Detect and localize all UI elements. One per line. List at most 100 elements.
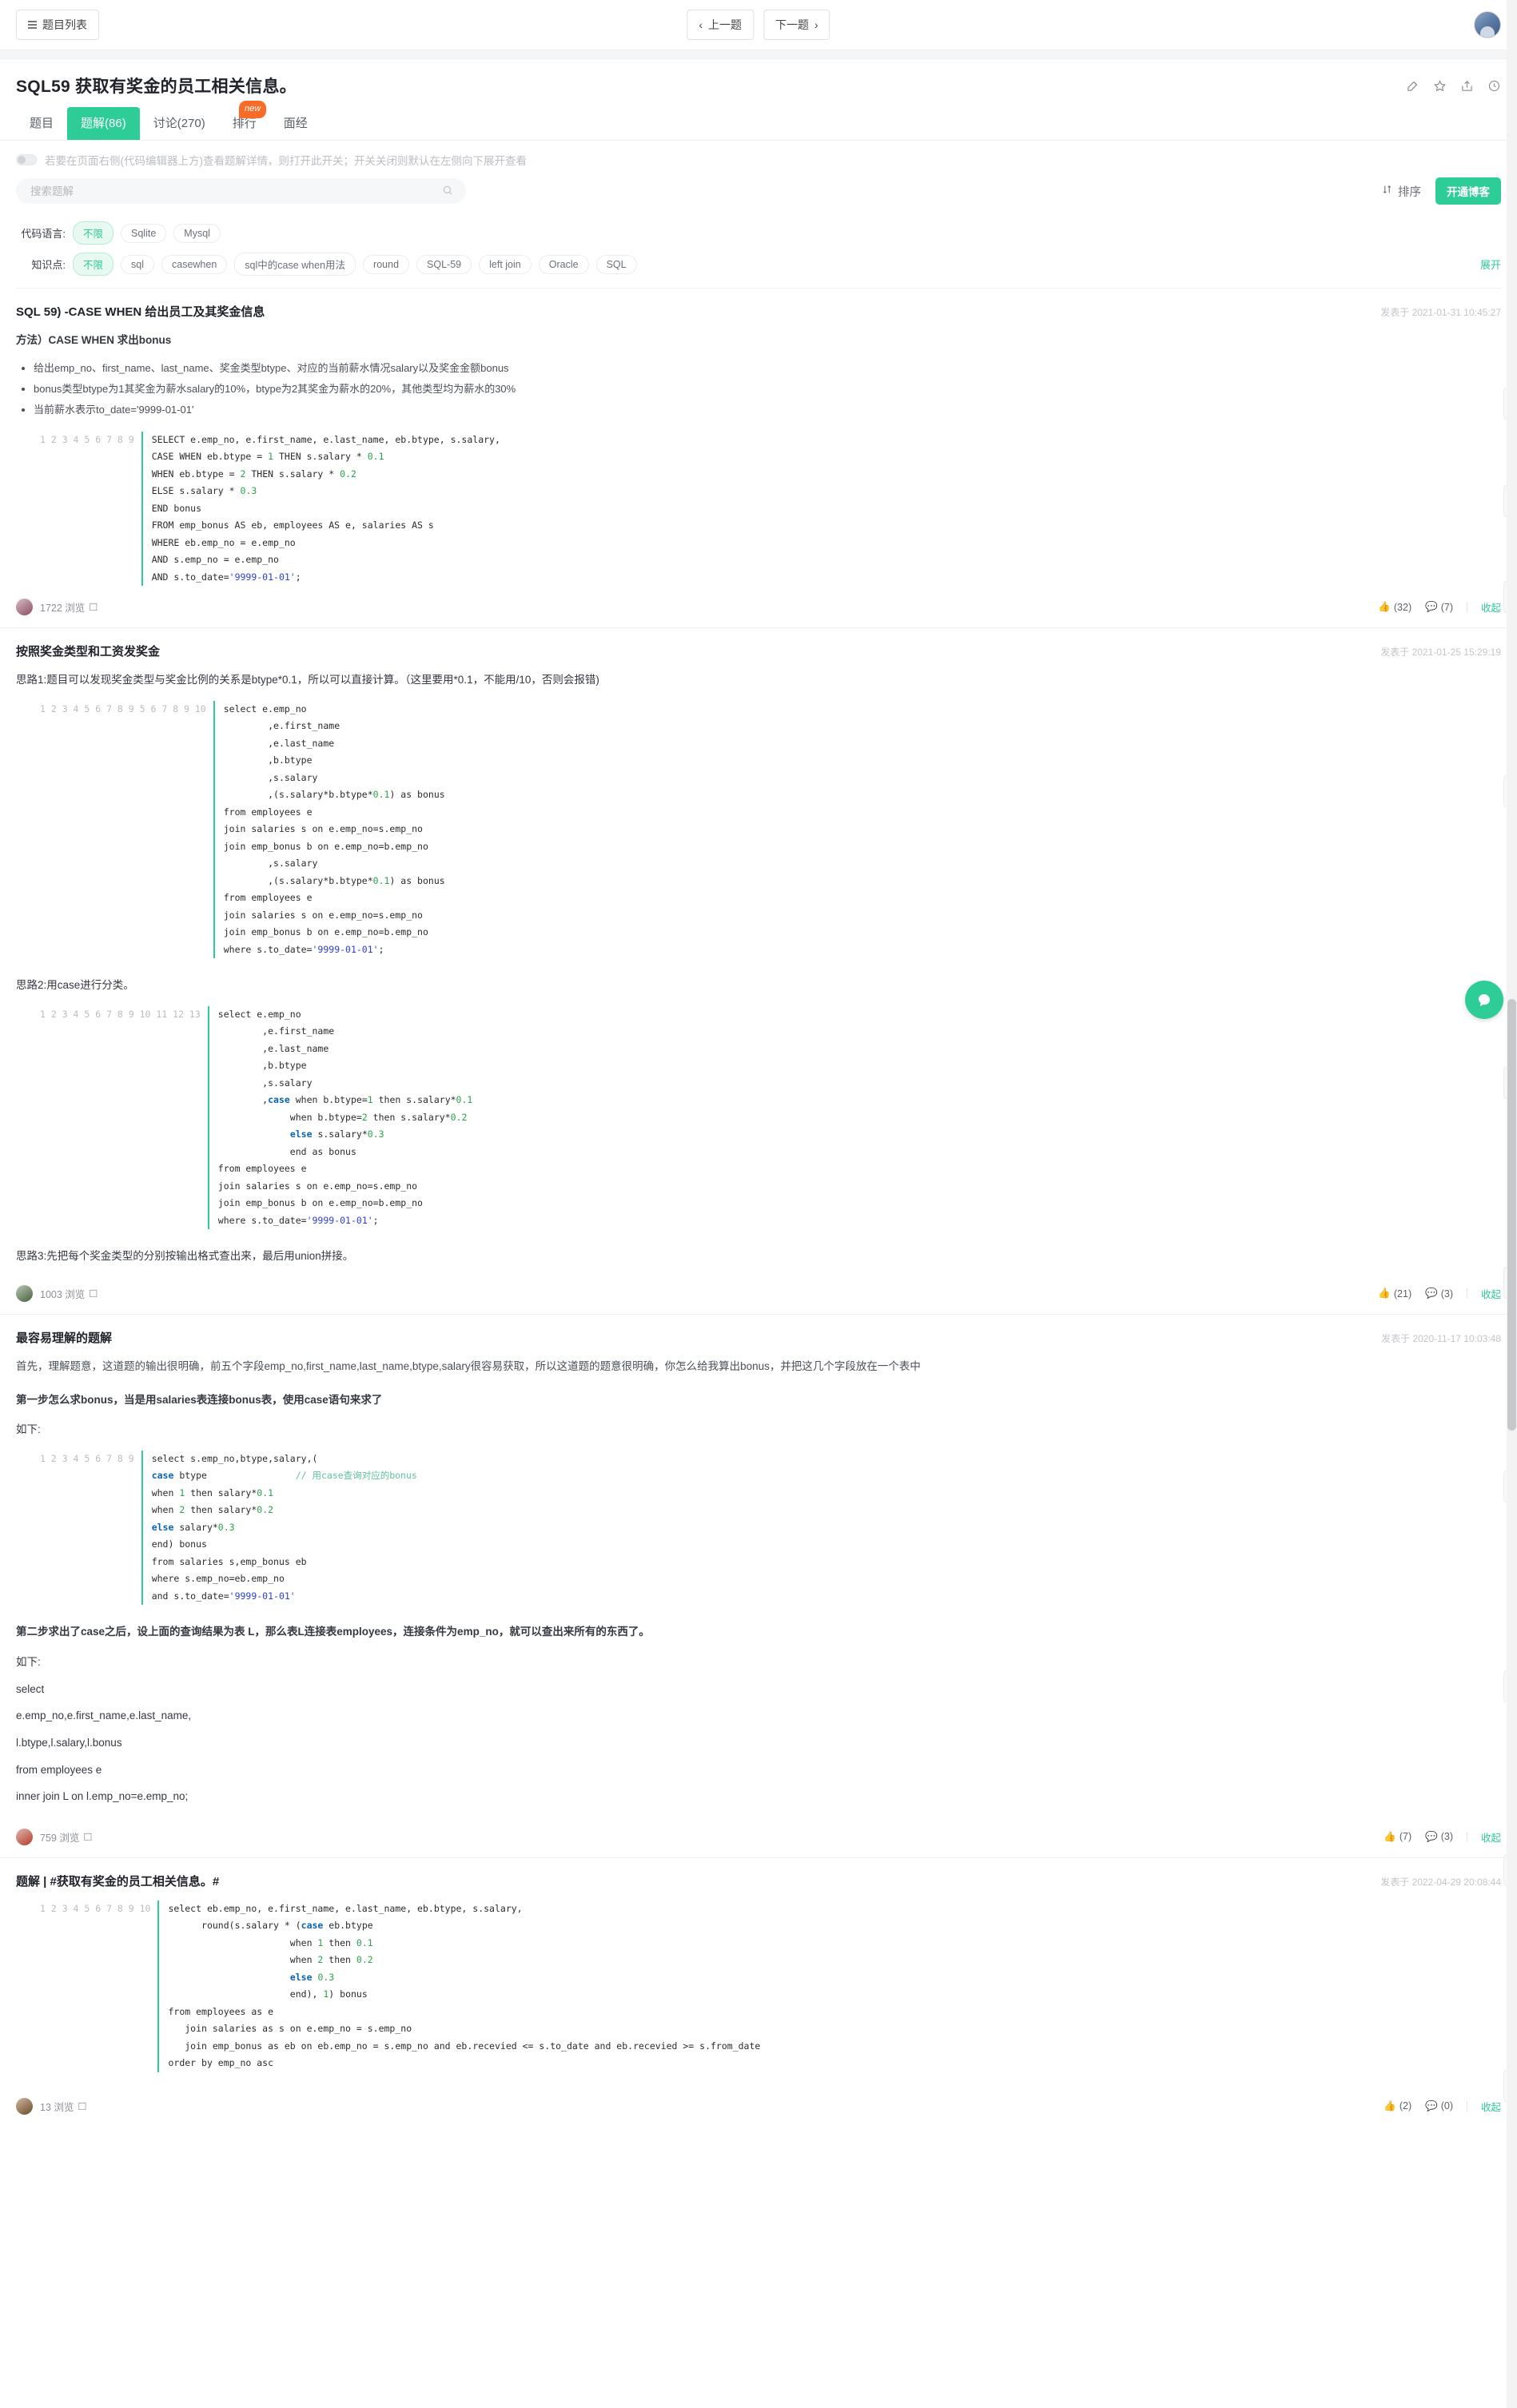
like-count: (21) — [1393, 1288, 1412, 1300]
post-4-views-text: 13 浏览 — [40, 2101, 74, 2113]
chip-lang-sqlite[interactable]: Sqlite — [121, 223, 167, 243]
chip-kp-sql[interactable]: sql — [121, 254, 154, 274]
chip-lang-any[interactable]: 不限 — [73, 221, 114, 245]
post-2-time: 发表于 2021-01-25 15:29:19 — [1380, 647, 1501, 659]
comment-count: (3) — [1440, 1288, 1453, 1300]
post-2-idea1: 思路1:题目可以发现奖金类型与奖金比例的关系是btype*0.1，所以可以直接计… — [16, 674, 599, 687]
code-content: select s.emp_no,btype,salary,( case btyp… — [151, 1452, 417, 1602]
share-icon[interactable] — [1460, 79, 1474, 93]
sort-button[interactable]: 排序 — [1382, 183, 1421, 200]
chip-kp-any[interactable]: 不限 — [73, 253, 114, 276]
filter-row-knowledge: 知识点: 不限 sql casewhen sql中的case when用法 ro… — [16, 249, 1501, 280]
like-button[interactable]: 👍 (2) — [1384, 2100, 1411, 2112]
post-4-views: 13 浏览 ☐ — [40, 2099, 87, 2114]
avatar[interactable] — [16, 1828, 33, 1845]
user-avatar[interactable] — [1474, 11, 1501, 38]
post-1-title[interactable]: SQL 59) -CASE WHEN 给出员工及其奖金信息 — [16, 303, 265, 320]
chip-kp-casewhen[interactable]: casewhen — [161, 254, 228, 274]
tab-bar: 题目 题解(86) 讨论(270) 排行 面经 new — [0, 98, 1517, 141]
post-3-sql-line-2: e.emp_no,e.first_name,e.last_name, — [16, 1709, 192, 1722]
post-2-title[interactable]: 按照奖金类型和工资发奖金 — [16, 643, 160, 659]
collapse-button[interactable]: 收起 — [1481, 1286, 1501, 1301]
post-1-views: 1722 浏览 ☐ — [40, 599, 98, 615]
code-content: select e.emp_no ,e.first_name ,e.last_na… — [223, 702, 445, 955]
section-divider — [0, 50, 1517, 59]
like-count: (2) — [1399, 2100, 1412, 2112]
notice-bar: 若要在页面右侧(代码编辑器上方)查看题解详情，则打开此开关；开关关闭则默认在左侧… — [0, 141, 1517, 174]
comment-count: (3) — [1440, 1831, 1453, 1843]
post-2-footer: 1003 浏览 ☐ 👍 (21) 💬 (3) 收起 — [0, 1272, 1517, 1315]
like-button[interactable]: 👍 (7) — [1384, 1831, 1411, 1843]
like-button[interactable]: 👍 (32) — [1378, 601, 1411, 613]
chip-kp-round[interactable]: round — [363, 254, 410, 274]
sort-icon — [1382, 184, 1392, 198]
search-row: 排序 开通博客 — [0, 174, 1517, 213]
search-icon[interactable] — [442, 185, 453, 198]
chip-kp-oracle[interactable]: Oracle — [538, 254, 589, 274]
open-blog-button[interactable]: 开通博客 — [1435, 177, 1501, 205]
tab-interview[interactable]: 面经 — [270, 107, 321, 140]
chip-lang-mysql[interactable]: Mysql — [173, 223, 221, 243]
list-icon — [28, 21, 37, 29]
code-content: SELECT e.emp_no, e.first_name, e.last_na… — [151, 433, 500, 583]
tab-discussion[interactable]: 讨论(270) — [140, 107, 219, 140]
post-3-title[interactable]: 最容易理解的题解 — [16, 1329, 112, 1346]
comment-button[interactable]: 💬 (0) — [1425, 2100, 1453, 2112]
tab-solutions[interactable]: 题解(86) — [67, 107, 140, 140]
problem-list-button[interactable]: 题目列表 — [16, 10, 99, 40]
post-4-actions: 👍 (2) 💬 (0) 收起 — [1384, 2099, 1501, 2114]
comment-icon: 💬 — [1425, 1288, 1438, 1299]
post-1-footer: 1722 浏览 ☐ 👍 (32) 💬 (7) 收起 — [0, 586, 1517, 629]
next-question-button[interactable]: 下一题 › — [763, 10, 830, 40]
avatar[interactable] — [16, 599, 33, 616]
post-3-footer: 759 浏览 ☐ 👍 (7) 💬 (3) 收起 — [0, 1816, 1517, 1858]
chip-kp-sql59[interactable]: SQL-59 — [416, 254, 472, 274]
thumbs-up-icon: 👍 — [1384, 2100, 1396, 2111]
chip-kp-sql-upper[interactable]: SQL — [595, 254, 637, 274]
post-3-code-block: 1 2 3 4 5 6 7 8 9 select s.emp_no,btype,… — [40, 1450, 1501, 1606]
post-3-time: 发表于 2020-11-17 10:03:48 — [1381, 1333, 1501, 1344]
code-gutter: 1 2 3 4 5 6 7 8 9 10 11 12 13 — [40, 1005, 209, 1230]
post-4-title[interactable]: 题解 | #获取有奖金的员工相关信息。# — [16, 1873, 219, 1889]
post-3-para3: 如下: — [16, 1423, 41, 1436]
post-3-sql-line-1: select — [16, 1682, 45, 1695]
thumbs-up-icon: 👍 — [1378, 601, 1391, 613]
chip-kp-leftjoin[interactable]: left join — [479, 254, 532, 274]
list-item: 给出emp_no、first_name、last_name、奖金类型btype、… — [34, 358, 1501, 379]
expand-filters-link[interactable]: 展开 — [1480, 257, 1501, 272]
floating-action-button[interactable] — [1465, 981, 1503, 1019]
comment-button[interactable]: 💬 (3) — [1425, 1288, 1453, 1300]
code-gutter: 1 2 3 4 5 6 7 8 9 — [40, 431, 143, 587]
prev-question-button[interactable]: ‹ 上一题 — [687, 10, 754, 40]
prev-question-label: 上一题 — [708, 18, 742, 31]
device-icon: ☐ — [89, 602, 98, 614]
post-2-code-block-1: 1 2 3 4 5 6 7 8 9 5 6 7 8 9 10 select e.… — [40, 700, 1501, 959]
collapse-button[interactable]: 收起 — [1481, 599, 1501, 615]
chip-kp-case-when-usage[interactable]: sql中的case when用法 — [234, 253, 356, 276]
tab-question[interactable]: 题目 — [16, 107, 67, 140]
code-content: select eb.emp_no, e.first_name, e.last_n… — [168, 1902, 761, 2069]
edit-icon[interactable] — [1406, 79, 1419, 93]
avatar[interactable] — [16, 2097, 33, 2115]
chevron-right-icon: › — [814, 18, 818, 31]
post-3-header: 最容易理解的题解 发表于 2020-11-17 10:03:48 — [16, 1329, 1501, 1346]
comment-button[interactable]: 💬 (7) — [1425, 601, 1453, 613]
collapse-button[interactable]: 收起 — [1481, 1829, 1501, 1845]
comment-button[interactable]: 💬 (3) — [1425, 1831, 1453, 1843]
post-2-idea3: 思路3:先把每个奖金类型的分别按输出格式查出来，最后用union拼接。 — [16, 1250, 354, 1263]
comment-count: (0) — [1440, 2100, 1453, 2112]
like-button[interactable]: 👍 (21) — [1378, 1288, 1411, 1300]
clock-icon[interactable] — [1487, 79, 1501, 93]
detail-view-toggle[interactable] — [16, 154, 37, 165]
comment-icon: 💬 — [1425, 601, 1438, 613]
solution-post-3: 最容易理解的题解 发表于 2020-11-17 10:03:48 首先，理解题意… — [0, 1315, 1517, 1806]
post-2-code-block-2: 1 2 3 4 5 6 7 8 9 10 11 12 13 select e.e… — [40, 1005, 1501, 1230]
post-1-code-block: 1 2 3 4 5 6 7 8 9 SELECT e.emp_no, e.fir… — [40, 431, 1501, 587]
search-input[interactable] — [29, 184, 442, 198]
search-box[interactable] — [16, 178, 466, 204]
collapse-button[interactable]: 收起 — [1481, 2099, 1501, 2114]
page-scrollbar-thumb[interactable] — [1507, 999, 1516, 1431]
avatar[interactable] — [16, 1285, 33, 1302]
star-icon[interactable] — [1433, 79, 1447, 93]
page-scrollbar-track[interactable] — [1507, 0, 1517, 2408]
